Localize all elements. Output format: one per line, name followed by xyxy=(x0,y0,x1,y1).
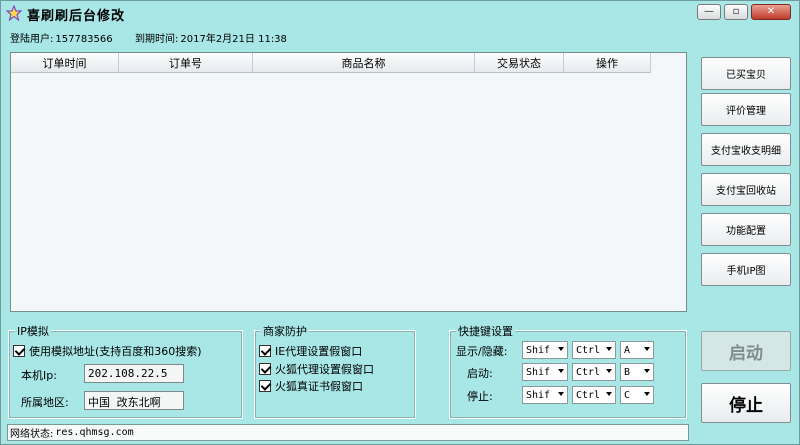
checkbox-checked-icon xyxy=(259,345,271,357)
expire-label: 到期时间: xyxy=(135,34,179,45)
hotkey-stop-key1[interactable]: Shif xyxy=(522,386,568,404)
combo-value: Ctrl xyxy=(576,389,601,401)
region-label: 所属地区: xyxy=(21,396,69,409)
checkbox-checked-icon xyxy=(259,380,271,392)
expire-info: 到期时间: 2017年2月21日 11:38 xyxy=(135,30,287,45)
dropdown-arrow-icon xyxy=(606,347,612,351)
hotkey-start-key3[interactable]: B xyxy=(620,363,654,381)
combo-value: Ctrl xyxy=(576,366,601,378)
ie-proxy-label: IE代理设置假窗口 xyxy=(275,345,363,358)
hotkey-stop-label: 停止: xyxy=(467,390,493,403)
star-app-icon xyxy=(6,5,22,21)
stop-button[interactable]: 停止 xyxy=(701,383,791,423)
user-label: 登陆用户: xyxy=(10,34,54,45)
alipay-recycle-button[interactable]: 支付宝回收站 xyxy=(701,173,791,206)
firefox-cert-checkbox[interactable]: 火狐真证书假窗口 xyxy=(259,378,363,394)
maximize-button[interactable]: ▫ xyxy=(724,4,748,20)
combo-value: Shif xyxy=(526,389,551,401)
orders-table[interactable]: 订单时间 订单号 商品名称 交易状态 操作 xyxy=(10,52,687,312)
hotkey-show-hide-key3[interactable]: A xyxy=(620,341,654,359)
hotkey-start-key2[interactable]: Ctrl xyxy=(572,363,616,381)
user-info: 登陆用户: 157783566 xyxy=(10,30,113,45)
hotkey-show-hide-key2[interactable]: Ctrl xyxy=(572,341,616,359)
hotkey-start-key1[interactable]: Shif xyxy=(522,363,568,381)
use-sim-checkbox[interactable]: 使用模拟地址(支持百度和360搜索) xyxy=(13,343,202,359)
hotkey-start-label: 启动: xyxy=(467,367,493,380)
checkbox-checked-icon xyxy=(259,363,271,375)
merchant-guard-group-title: 商家防护 xyxy=(261,323,309,339)
alipay-details-button[interactable]: 支付宝收支明细 xyxy=(701,133,791,166)
dropdown-arrow-icon xyxy=(606,369,612,373)
column-header-product-name[interactable]: 商品名称 xyxy=(253,53,475,72)
hotkey-stop-key2[interactable]: Ctrl xyxy=(572,386,616,404)
firefox-proxy-label: 火狐代理设置假窗口 xyxy=(275,363,374,376)
feature-config-button[interactable]: 功能配置 xyxy=(701,213,791,246)
column-header-status[interactable]: 交易状态 xyxy=(475,53,564,72)
title-bar: 喜刷刷后台修改 — ▫ ✕ xyxy=(1,1,799,25)
minimize-button[interactable]: — xyxy=(697,4,721,20)
dropdown-arrow-icon xyxy=(644,347,650,351)
local-ip-label: 本机Ip: xyxy=(21,369,57,382)
expire-value: 2017年2月21日 11:38 xyxy=(180,34,287,45)
checkbox-checked-icon xyxy=(13,345,25,357)
use-sim-label: 使用模拟地址(支持百度和360搜索) xyxy=(29,345,202,358)
dropdown-arrow-icon xyxy=(558,347,564,351)
status-bar: 网络状态: res.qhmsg.com xyxy=(7,424,689,441)
column-header-order-time[interactable]: 订单时间 xyxy=(11,53,119,72)
hotkey-stop-key3[interactable]: C xyxy=(620,386,654,404)
local-ip-field[interactable]: 202.108.22.5 xyxy=(84,364,184,383)
maximize-icon: ▫ xyxy=(732,6,740,17)
close-icon: ✕ xyxy=(766,6,776,17)
close-button[interactable]: ✕ xyxy=(751,4,791,20)
dropdown-arrow-icon xyxy=(558,369,564,373)
combo-value: Shif xyxy=(526,366,551,378)
combo-value: Ctrl xyxy=(576,344,601,356)
main-window: 喜刷刷后台修改 — ▫ ✕ 登陆用户: 157783566 到期时间: 2017年2… xyxy=(0,0,800,445)
user-value: 157783566 xyxy=(55,34,113,45)
combo-value: B xyxy=(624,366,631,378)
hotkey-show-hide-label: 显示/隐藏: xyxy=(456,345,508,358)
window-controls: — ▫ ✕ xyxy=(697,4,791,20)
minimize-icon: — xyxy=(704,6,714,17)
ie-proxy-checkbox[interactable]: IE代理设置假窗口 xyxy=(259,343,362,359)
combo-value: C xyxy=(624,389,631,401)
network-status-value: res.qhmsg.com xyxy=(55,427,134,438)
window-title: 喜刷刷后台修改 xyxy=(27,9,126,24)
combo-value: A xyxy=(624,344,631,356)
ip-sim-group-title: IP模拟 xyxy=(15,323,51,339)
region-field[interactable]: 中国 改东北啊 xyxy=(84,391,184,410)
firefox-proxy-checkbox[interactable]: 火狐代理设置假窗口 xyxy=(259,361,374,377)
dropdown-arrow-icon xyxy=(644,392,650,396)
network-status-label: 网络状态: xyxy=(10,429,54,440)
dropdown-arrow-icon xyxy=(606,392,612,396)
bought-items-button[interactable]: 已买宝贝 xyxy=(701,57,791,90)
review-manage-button[interactable]: 评价管理 xyxy=(701,93,791,126)
hotkey-show-hide-key1[interactable]: Shif xyxy=(522,341,568,359)
firefox-cert-label: 火狐真证书假窗口 xyxy=(275,380,363,393)
start-button[interactable]: 启动 xyxy=(701,331,791,371)
hotkey-group-title: 快捷键设置 xyxy=(456,323,515,339)
dropdown-arrow-icon xyxy=(644,369,650,373)
column-header-action[interactable]: 操作 xyxy=(564,53,651,72)
table-header: 订单时间 订单号 商品名称 交易状态 操作 xyxy=(11,53,651,73)
dropdown-arrow-icon xyxy=(558,392,564,396)
column-header-order-no[interactable]: 订单号 xyxy=(119,53,253,72)
combo-value: Shif xyxy=(526,344,551,356)
mobile-ip-map-button[interactable]: 手机IP图 xyxy=(701,253,791,286)
